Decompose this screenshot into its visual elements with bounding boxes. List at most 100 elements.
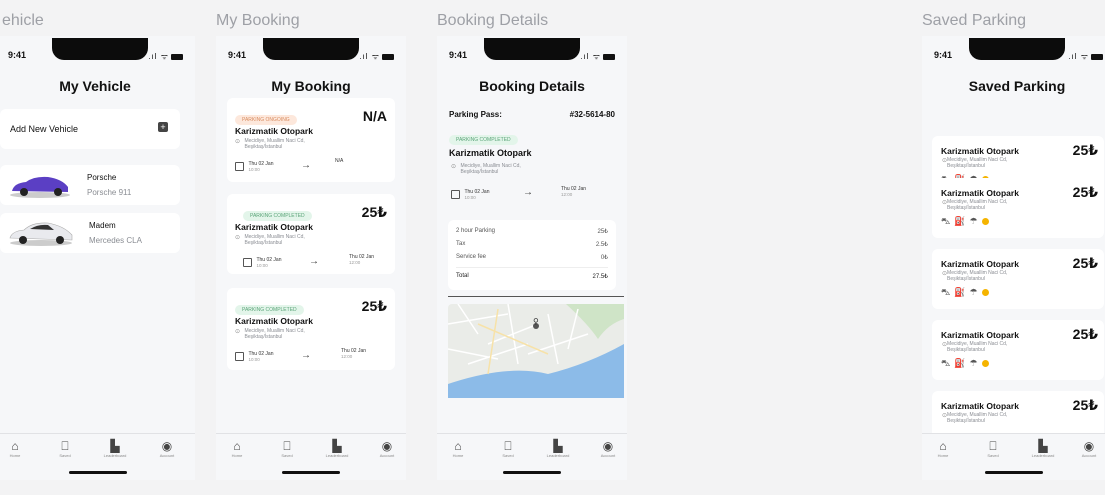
rating-icon [981, 218, 989, 226]
total-label: Total [456, 273, 469, 279]
tab-home[interactable]: ⌂ Home [0, 440, 30, 459]
tab-label: Account [159, 453, 175, 458]
leaderboard-icon: ▙ [1038, 439, 1048, 453]
parking-address: ⊙ Mecidiye, Muallim Naci Cd, Beşiktaş/İst… [235, 234, 305, 252]
address-line: Beşiktaş/İstanbul [244, 240, 283, 246]
price-row: Tax 2.5₺ [456, 241, 608, 248]
booking-to: N/A [335, 158, 343, 164]
price-row: 2 hour Parking 25₺ [456, 228, 608, 235]
to-time: 12:00 [561, 192, 573, 197]
car-wash-icon: ⛍ [941, 358, 955, 368]
tab-label: Leaderboard [1031, 453, 1055, 458]
frame-title-details: Booking Details [437, 12, 549, 29]
vehicle-item-mercedes[interactable]: Madem Mercedes CLA [0, 213, 180, 253]
to-date: N/A [335, 158, 344, 164]
parking-name: Karizmatik Otopark [449, 148, 532, 158]
parking-name: Karizmatik Otopark [941, 330, 1019, 340]
add-vehicle-label: Add New Vehicle [10, 124, 79, 134]
covered-icon: ☂ [969, 358, 982, 368]
tab-saved[interactable]: ⎕ Saved [493, 440, 523, 459]
signal-battery-icon: .ıl ᯤ [580, 51, 615, 62]
tab-leaderboard[interactable]: ▙ Leaderboard [1028, 439, 1058, 459]
add-vehicle-button[interactable]: Add New Vehicle + [0, 109, 180, 149]
signal-battery-icon: .ıl ᯤ [1068, 51, 1103, 62]
tab-account[interactable]: ◉ Account [372, 440, 402, 459]
car-wash-icon: ⛍ [941, 216, 955, 226]
tab-home[interactable]: ⌂ Home [928, 439, 958, 459]
tab-label: Account [600, 453, 616, 458]
page-title: My Vehicle [59, 78, 131, 94]
vehicle-screen: 9:41 .ıl ᯤ My Vehicle Add New Vehicle + … [0, 36, 195, 480]
parking-price: 25₺ [1072, 142, 1098, 158]
location-pin-icon: ⊙ [235, 329, 241, 335]
price-value: 25₺ [597, 229, 609, 235]
arrow-right-icon: → [309, 256, 319, 267]
tab-account[interactable]: ◉ Account [152, 440, 182, 459]
address-line: Beşiktaş/İstanbul [947, 418, 985, 424]
price-value: 2.5₺ [595, 242, 608, 248]
tab-bar: ⌂ Home ⎕ Saved ▙ Leaderboard ◉ Account [216, 433, 406, 480]
tab-account[interactable]: ◉ Account [593, 440, 623, 459]
signal-battery-icon: .ıl ᯤ [359, 51, 394, 62]
bookmark-icon: ⎕ [61, 439, 69, 453]
calendar-icon [235, 352, 244, 362]
home-indicator [68, 471, 127, 474]
price-row: Service fee 0₺ [456, 254, 608, 261]
tab-leaderboard[interactable]: ▙ Leaderboard [100, 439, 130, 459]
parking-price: 25₺ [1072, 184, 1098, 200]
tab-bar: ⌂ Home ⎕ Saved ▙ Leaderboard ◉ Account [922, 433, 1105, 480]
car-image-mercedes [9, 222, 73, 246]
page-title: Saved Parking [968, 78, 1066, 94]
tab-leaderboard[interactable]: ▙ Leaderboard [322, 439, 352, 459]
parking-address: ⊙ Mecidiye, Muallim Naci Cd, Beşiktaş/İst… [451, 163, 521, 181]
booking-screen: 9:41 .ıl ᯤ My Booking PARKING ONGOING N/… [216, 36, 406, 480]
leaderboard-icon: ▙ [110, 439, 120, 453]
tab-label: Home [452, 453, 464, 458]
tab-label: Saved [987, 453, 999, 458]
notch [969, 38, 1065, 60]
total-row: Total 27.5₺ [456, 267, 608, 280]
leaderboard-icon: ▙ [332, 439, 342, 453]
rating-icon [981, 289, 989, 297]
saved-card[interactable]: Karizmatik Otopark 25₺ ⊙ Mecidiye, Mualli… [932, 249, 1104, 309]
tab-label: Saved [281, 453, 293, 458]
status-badge: PARKING COMPLETED [235, 305, 304, 315]
vehicle-model: Porsche 911 [87, 188, 132, 197]
booking-card[interactable]: PARKING COMPLETED 25₺ Karizmatik Otopark… [227, 194, 395, 274]
tab-saved[interactable]: ⎕ Saved [272, 440, 302, 459]
tab-saved[interactable]: ⎕ Saved [978, 440, 1008, 459]
parking-name: Karizmatik Otopark [235, 222, 313, 232]
tab-leaderboard[interactable]: ▙ Leaderboard [543, 440, 573, 459]
tab-home[interactable]: ⌂ Home [222, 439, 252, 459]
amenities: ⛍⛽☂ [941, 358, 989, 370]
saved-card[interactable]: Karizmatik Otopark 25₺ ⊙ Mecidiye, Mualli… [932, 320, 1104, 380]
tab-bar: ⌂ Home ⎕ Saved ▙ Leaderboard ◉ Account [0, 433, 195, 480]
booking-price: 25₺ [361, 204, 387, 220]
home-icon: ⌂ [939, 439, 947, 453]
amenities: ⛍⛽☂ [941, 216, 989, 228]
total-value: 27.5₺ [592, 274, 609, 280]
car-image-porsche [10, 176, 70, 198]
vehicle-name: Porsche [87, 173, 117, 182]
status-badge: PARKING COMPLETED [449, 135, 518, 145]
tab-account[interactable]: ◉ Account [1074, 440, 1104, 459]
address-line: Beşiktaş/İstanbul [947, 163, 985, 169]
tab-label: Home [9, 453, 21, 458]
saved-card[interactable]: Karizmatik Otopark 25₺ ⊙ Mecidiye, Mualli… [932, 178, 1104, 238]
price-summary: 2 hour Parking 25₺ Tax 2.5₺ Service fee 0₺ … [448, 220, 616, 290]
tab-home[interactable]: ⌂ Home [443, 440, 473, 459]
from-time: 10:00 [464, 195, 476, 201]
booking-card[interactable]: PARKING ONGOING N/A Karizmatik Otopark ⊙… [227, 98, 395, 182]
home-icon: ⌂ [233, 439, 241, 453]
address-line: Beşiktaş/İstanbul [947, 205, 985, 211]
booking-card[interactable]: PARKING COMPLETED 25₺ Karizmatik Otopark… [227, 288, 395, 370]
vehicle-item-porsche[interactable]: Porsche Porsche 911 [0, 165, 180, 205]
address-line: Beşiktaş/İstanbul [947, 276, 985, 282]
notch [52, 38, 148, 60]
parking-address: ⊙ Mecidiye, Muallim Naci Cd, Beşiktaş/İsta… [942, 270, 1007, 288]
tab-saved[interactable]: ⎕ Saved [50, 439, 80, 459]
location-pin-icon: ⊙ [451, 164, 457, 170]
frame-title-vehicle: ehicle [2, 12, 44, 29]
parking-price: 25₺ [1072, 397, 1098, 413]
booking-price: 25₺ [361, 298, 387, 314]
